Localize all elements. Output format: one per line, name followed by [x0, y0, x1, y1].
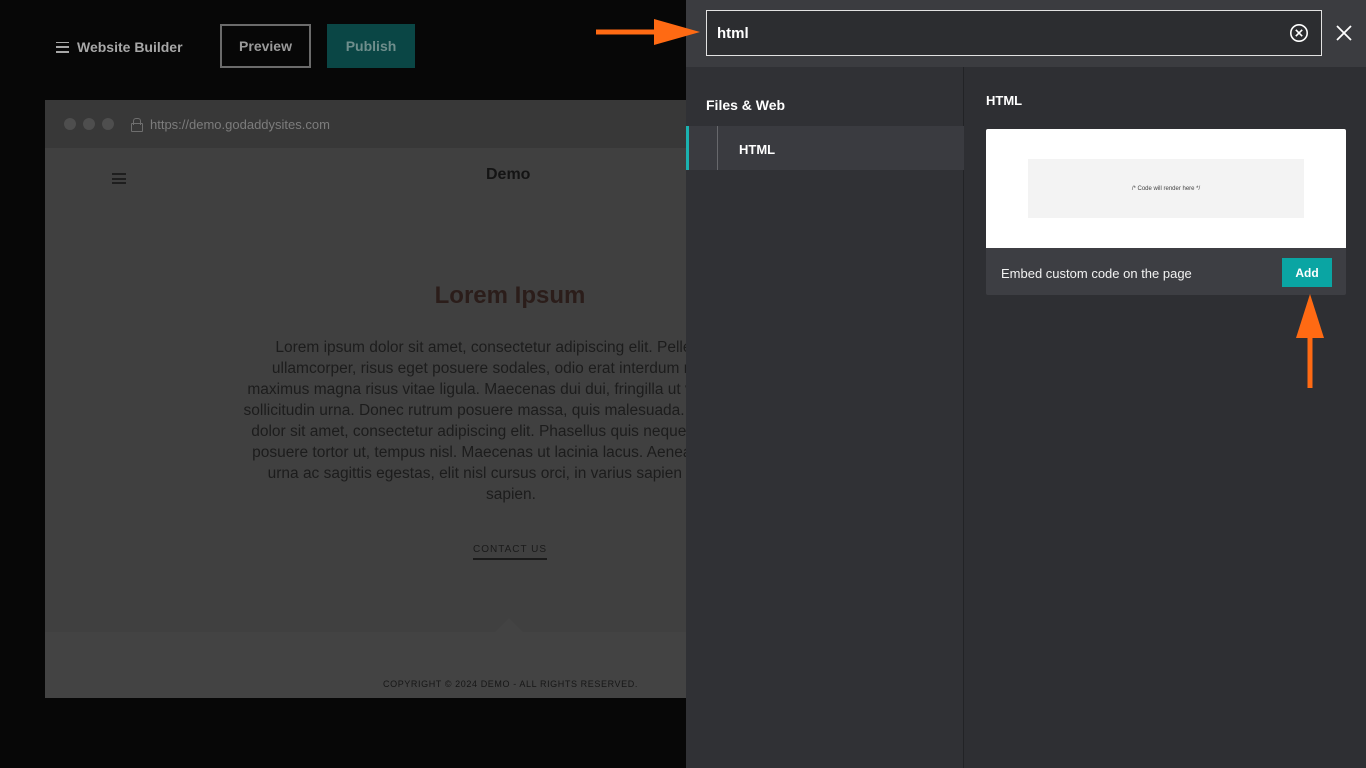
category-heading: Files & Web	[706, 97, 786, 113]
site-url: https://demo.godaddysites.com	[150, 116, 330, 132]
hero-title[interactable]: Lorem Ipsum	[245, 282, 686, 310]
site-menu-icon[interactable]	[112, 173, 126, 184]
site-footer: COPYRIGHT © 2024 DEMO - ALL RIGHTS RESER…	[45, 618, 686, 698]
lock-icon	[131, 118, 143, 132]
add-button[interactable]: Add	[1282, 258, 1332, 287]
site-preview-frame: https://demo.godaddysites.com Demo Lorem…	[45, 100, 686, 698]
close-icon[interactable]	[1336, 25, 1352, 41]
contact-us-link[interactable]: CONTACT US	[473, 544, 548, 560]
search-box	[706, 10, 1322, 56]
window-dot	[83, 118, 95, 130]
tree-guide-line	[717, 126, 718, 170]
code-placeholder: /* Code will render here */	[1028, 159, 1304, 218]
selected-indicator	[686, 126, 689, 170]
builder-topbar: Website Builder Preview Publish	[0, 0, 686, 90]
html-section-card[interactable]: /* Code will render here */ Embed custom…	[986, 129, 1346, 295]
site-logo[interactable]: Demo	[486, 166, 530, 184]
site-canvas[interactable]: Demo Lorem Ipsum Lorem ipsum dolor sit a…	[45, 148, 686, 698]
card-preview: /* Code will render here */	[986, 129, 1346, 248]
publish-button[interactable]: Publish	[327, 24, 415, 68]
search-input[interactable]	[707, 11, 1277, 55]
footer-notch	[495, 618, 523, 632]
arrow-annotation-icon	[1296, 294, 1324, 388]
window-dot	[102, 118, 114, 130]
window-dot	[64, 118, 76, 130]
menu-icon	[56, 41, 69, 53]
arrow-annotation-icon	[596, 19, 700, 45]
category-item-html[interactable]: HTML	[686, 126, 964, 170]
hero-text[interactable]: Lorem ipsum dolor sit amet, consectetur …	[241, 337, 687, 505]
panel-header	[686, 0, 1366, 67]
card-description: Embed custom code on the page	[1001, 266, 1192, 281]
clear-search-icon[interactable]	[1289, 23, 1309, 43]
app-brand[interactable]: Website Builder	[56, 38, 183, 56]
category-list: Files & Web HTML	[686, 67, 964, 768]
results-heading: HTML	[986, 93, 1023, 108]
app-title: Website Builder	[77, 39, 183, 55]
browser-address-bar: https://demo.godaddysites.com	[45, 100, 686, 148]
preview-button[interactable]: Preview	[220, 24, 311, 68]
category-item-label: HTML	[739, 142, 776, 157]
copyright-text: COPYRIGHT © 2024 DEMO - ALL RIGHTS RESER…	[383, 679, 638, 689]
add-section-panel: Files & Web HTML HTML /* Code will rende…	[686, 0, 1366, 768]
